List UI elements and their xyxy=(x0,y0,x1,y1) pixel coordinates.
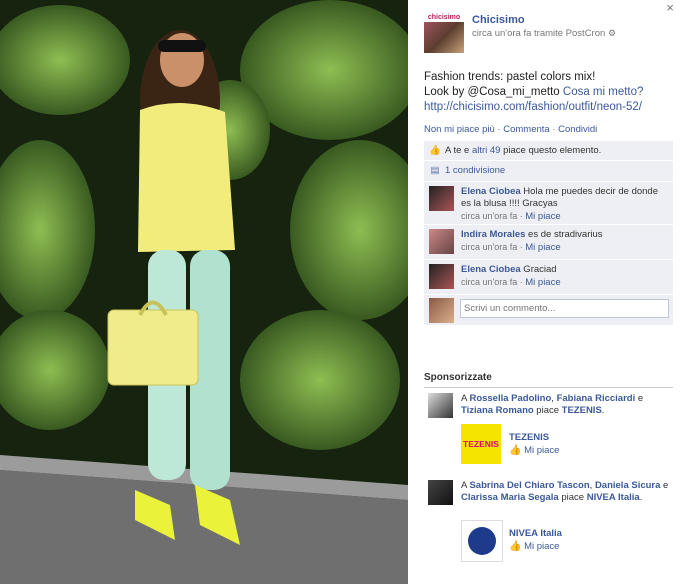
shares-bar: ▤ 1 condivisione xyxy=(424,161,673,182)
close-icon[interactable]: × xyxy=(666,0,674,15)
ad-like-label: Mi piace xyxy=(524,541,560,552)
comment-like-link[interactable]: Mi piace xyxy=(525,277,560,288)
ad-like-button[interactable]: 👍 Mi piace xyxy=(509,541,559,552)
ad-text: . xyxy=(639,492,643,503)
post-meta-text: circa un'ora fa tramite PostCron xyxy=(472,28,606,39)
friend-link[interactable]: Fabiana Ricciardi xyxy=(557,393,636,404)
comment-text: Graciad xyxy=(520,264,557,275)
comment-item: Elena Ciobea Hola me puedes decir de don… xyxy=(424,182,673,225)
commenter-name[interactable]: Elena Ciobea xyxy=(461,264,521,275)
share-icon: ▤ xyxy=(430,165,440,176)
commenter-avatar[interactable] xyxy=(429,229,454,254)
tezenis-logo[interactable]: TEZENIS xyxy=(461,424,501,464)
commenter-avatar[interactable] xyxy=(429,264,454,289)
ad-name-link[interactable]: NIVEA Italia xyxy=(509,528,562,539)
friend-avatar[interactable] xyxy=(428,393,453,418)
likes-prefix: A te e xyxy=(445,145,472,156)
friend-link[interactable]: Daniela Sicura xyxy=(595,480,660,491)
globe-icon: ⚙ xyxy=(607,28,617,38)
nivea-logo[interactable] xyxy=(461,520,503,562)
post-line-2: Look by @Cosa_mi_metto Cosa mi metto? xyxy=(424,85,676,100)
thumbs-up-icon: 👍 xyxy=(509,445,522,456)
ad-name-link[interactable]: TEZENIS xyxy=(509,432,549,443)
ad-text: piace xyxy=(533,405,562,416)
separator: · xyxy=(494,124,504,135)
page-name-link[interactable]: Chicisimo xyxy=(472,14,525,26)
ad-text: . xyxy=(601,405,605,416)
friend-link[interactable]: Clarissa Maria Segala xyxy=(461,492,559,503)
brand-link[interactable]: NIVEA Italia xyxy=(587,492,640,503)
unlike-button[interactable]: Non mi piace più xyxy=(424,124,495,135)
post-line-2-text: Look by @Cosa_mi_metto xyxy=(424,86,563,98)
ad-text: e xyxy=(660,480,669,491)
friend-link[interactable]: Tiziana Romano xyxy=(461,405,534,416)
post-url-link[interactable]: http://chicisimo.com/fashion/outfit/neon… xyxy=(424,101,642,113)
post-meta: circa un'ora fa tramite PostCron ⚙ xyxy=(472,28,616,39)
likes-bar: 👍 A te e altri 49 piace questo elemento. xyxy=(424,141,673,161)
likes-suffix: piace questo elemento. xyxy=(500,145,602,156)
ad-like-label: Mi piace xyxy=(524,445,560,456)
nivea-cap-shape xyxy=(468,527,496,555)
friend-link[interactable]: Rossella Padolino xyxy=(469,393,551,404)
ad-text: piace xyxy=(558,492,587,503)
tezenis-logo-text: TEZENIS xyxy=(463,439,499,449)
outfit-photo xyxy=(0,0,408,584)
photo-viewer[interactable] xyxy=(0,0,408,584)
comment-item: Elena Ciobea Graciad circa un'ora fa · Mi… xyxy=(424,260,673,295)
commenter-name[interactable]: Indira Morales xyxy=(461,229,525,240)
commenter-avatar[interactable] xyxy=(429,186,454,211)
share-button[interactable]: Condividi xyxy=(558,124,597,135)
page-avatar[interactable]: chicisimo xyxy=(424,13,464,53)
thumbs-up-icon: 👍 xyxy=(509,541,522,552)
post-line-1: Fashion trends: pastel colors mix! xyxy=(424,71,596,83)
thumbs-up-icon: 👍 xyxy=(429,145,441,156)
user-avatar xyxy=(429,298,454,323)
ad-text: e xyxy=(635,393,644,404)
comment-composer xyxy=(424,295,673,325)
comment-item: Indira Morales es de stradivarius circa u… xyxy=(424,225,673,260)
post-actions: Non mi piace più · Commenta · Condividi xyxy=(424,124,597,135)
commenter-name[interactable]: Elena Ciobea xyxy=(461,186,521,197)
post-text: Fashion trends: pastel colors mix! Look … xyxy=(424,70,676,115)
comment-text: es de stradivarius xyxy=(525,229,603,240)
post-panel: × chicisimo Chicisimo circa un'ora fa tr… xyxy=(408,0,680,584)
friend-avatar[interactable] xyxy=(428,480,453,505)
likes-others-link[interactable]: altri 49 xyxy=(472,145,501,156)
comment-like-link[interactable]: Mi piace xyxy=(525,211,560,222)
ad-like-button[interactable]: 👍 Mi piace xyxy=(509,445,559,456)
comment-time: circa un'ora fa xyxy=(461,211,518,221)
separator: · xyxy=(549,124,559,135)
friend-link[interactable]: Sabrina Del Chiaro Tascon xyxy=(469,480,589,491)
brand-link[interactable]: TEZENIS xyxy=(562,405,602,416)
divider xyxy=(424,387,673,388)
shares-link[interactable]: 1 condivisione xyxy=(445,165,505,176)
comment-button[interactable]: Commenta xyxy=(503,124,549,135)
comment-like-link[interactable]: Mi piace xyxy=(525,242,560,253)
comment-input[interactable] xyxy=(460,299,669,318)
page-logo: chicisimo xyxy=(424,13,464,22)
cosa-mi-metto-link[interactable]: Cosa mi metto? xyxy=(563,86,644,98)
sponsored-heading: Sponsorizzate xyxy=(424,372,492,383)
comment-time: circa un'ora fa xyxy=(461,277,518,287)
comment-time: circa un'ora fa xyxy=(461,242,518,252)
